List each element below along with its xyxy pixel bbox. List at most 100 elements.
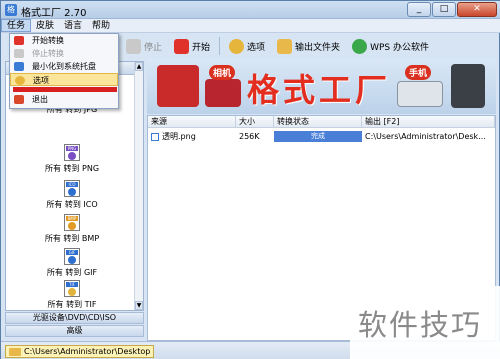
toolbar-divider	[219, 37, 221, 55]
menu-minimize-tray-label: 最小化到系统托盘	[32, 62, 96, 71]
image-file-icon	[151, 133, 159, 141]
png-file-icon: PNG	[64, 144, 80, 161]
start-label: 开始	[192, 42, 211, 53]
ico-tag: ICO	[66, 182, 78, 187]
category-advanced[interactable]: 高级	[5, 325, 144, 337]
menu-skin[interactable]: 皮肤	[31, 19, 59, 32]
toolbar: 停止 开始 选项 输出文件夹 WPS 办公软件	[119, 33, 500, 59]
scroll-down-arrow-icon[interactable]: ▼	[135, 301, 143, 310]
format-panel-scrollbar[interactable]: ▲ ▼	[134, 62, 143, 310]
tray-icon	[14, 62, 24, 71]
tif-file-icon: TIF	[64, 280, 80, 297]
start-icon	[14, 36, 24, 45]
format-label-gif: 所有 转到 GIF	[46, 268, 98, 277]
menu-exit-label: 退出	[32, 95, 48, 104]
folder-icon	[277, 38, 293, 54]
output-folder-label: 输出文件夹	[295, 42, 341, 53]
format-label-ico: 所有 转到 ICO	[46, 200, 98, 209]
options-label: 选项	[247, 42, 266, 53]
highlight-bar	[13, 87, 117, 92]
watermark-text: 软件技巧	[358, 308, 483, 342]
wps-button[interactable]: WPS 办公软件	[349, 35, 432, 57]
camera-badge: 相机	[209, 65, 236, 80]
cell-size: 256K	[239, 132, 260, 141]
scroll-up-arrow-icon[interactable]: ▲	[135, 62, 143, 71]
menu-minimize-tray[interactable]: 最小化到系统托盘	[10, 60, 118, 73]
exit-icon	[14, 95, 24, 104]
folder-icon	[9, 348, 21, 356]
menu-stop-convert-label: 停止转换	[32, 49, 64, 58]
bmp-file-icon: BMP	[64, 214, 80, 231]
gear-icon	[15, 76, 25, 85]
gif-badge-icon	[68, 256, 76, 264]
menu-language[interactable]: 语言	[59, 19, 87, 32]
window-title: 格式工厂 2.70	[21, 8, 87, 19]
stop-icon	[14, 49, 24, 58]
watermark: 软件技巧	[350, 286, 500, 359]
gif-file-icon: GIF	[64, 248, 80, 265]
pda-image-icon	[451, 64, 485, 108]
format-item-tif[interactable]: TIF 所有 转到 TIF	[6, 280, 138, 310]
menu-stop-convert[interactable]: 停止转换	[10, 47, 118, 60]
menu-options[interactable]: 选项	[10, 73, 118, 86]
format-item-png[interactable]: PNG 所有 转到 PNG	[6, 144, 138, 174]
menu-help[interactable]: 帮助	[87, 19, 115, 32]
minimize-button[interactable]: _	[407, 2, 431, 17]
bmp-tag: BMP	[66, 216, 78, 221]
category-dvd[interactable]: 光驱设备\DVD\CD\ISO	[5, 312, 144, 324]
png-tag: PNG	[66, 146, 78, 151]
column-header-status[interactable]: 转换状态	[274, 116, 362, 128]
png-badge-icon	[68, 152, 76, 160]
stop-label: 停止	[144, 42, 163, 53]
column-header-output[interactable]: 输出 [F2]	[362, 116, 495, 128]
menu-start-convert-label: 开始转换	[32, 36, 64, 45]
category-advanced-label: 高级	[66, 326, 83, 335]
format-label-tif: 所有 转到 TIF	[47, 300, 97, 309]
task-menu-dropdown: 开始转换 停止转换 最小化到系统托盘 选项 退出	[9, 33, 119, 109]
ico-badge-icon	[68, 188, 76, 196]
column-header-source[interactable]: 来源	[148, 116, 236, 128]
gear-icon	[229, 38, 245, 54]
close-button[interactable]: ✕	[457, 2, 497, 17]
brand-banner: 相机 格式工厂 手机	[147, 59, 496, 114]
tif-badge-icon	[68, 288, 76, 296]
mobile-phone-image-icon	[397, 81, 443, 107]
wps-label: WPS 办公软件	[370, 42, 429, 53]
start-button[interactable]: 开始	[171, 35, 213, 57]
cell-status-progress: 完成	[274, 131, 362, 142]
menu-start-convert[interactable]: 开始转换	[10, 34, 118, 47]
banner-title: 格式工厂	[247, 71, 392, 109]
menu-exit[interactable]: 退出	[10, 93, 118, 106]
menu-separator	[10, 86, 118, 93]
menu-options-label: 选项	[33, 76, 49, 85]
output-folder-button[interactable]: 输出文件夹	[274, 35, 343, 57]
camera-image-icon	[205, 79, 241, 107]
output-path-link[interactable]: C:\Users\Administrator\Desktop	[5, 345, 155, 358]
format-label-png: 所有 转到 PNG	[44, 164, 100, 173]
cell-source: 透明.png	[148, 131, 236, 143]
cell-source-text: 透明.png	[162, 132, 196, 141]
stop-button[interactable]: 停止	[123, 35, 165, 57]
format-label-bmp: 所有 转到 BMP	[44, 234, 100, 243]
maximize-button[interactable]: □	[432, 2, 456, 17]
category-dvd-label: 光驱设备\DVD\CD\ISO	[32, 313, 117, 322]
window-controls: _ □ ✕	[407, 2, 497, 17]
format-item-gif[interactable]: GIF 所有 转到 GIF	[6, 248, 138, 278]
menu-bar: 任务 皮肤 语言 帮助	[1, 19, 500, 33]
app-window: 格 格式工厂 2.70 _ □ ✕ 任务 皮肤 语言 帮助 停止 开始 选项 输…	[0, 0, 500, 359]
stop-icon	[126, 38, 141, 54]
column-header-size[interactable]: 大小	[236, 116, 274, 128]
format-item-bmp[interactable]: BMP 所有 转到 BMP	[6, 214, 138, 244]
output-path-text: C:\Users\Administrator\Desktop	[24, 347, 151, 356]
app-logo-icon: 格	[5, 4, 17, 16]
phone-badge: 手机	[405, 65, 432, 80]
camcorder-image-icon	[157, 65, 199, 107]
bmp-badge-icon	[68, 222, 76, 230]
start-icon	[174, 38, 190, 54]
tif-tag: TIF	[66, 282, 78, 287]
menu-task[interactable]: 任务	[1, 19, 32, 32]
options-button[interactable]: 选项	[226, 35, 268, 57]
title-bar: 格 格式工厂 2.70 _ □ ✕	[1, 1, 500, 19]
cell-output: C:\Users\Administrator\Desk...	[365, 132, 486, 141]
format-item-ico[interactable]: ICO 所有 转到 ICO	[6, 180, 138, 210]
